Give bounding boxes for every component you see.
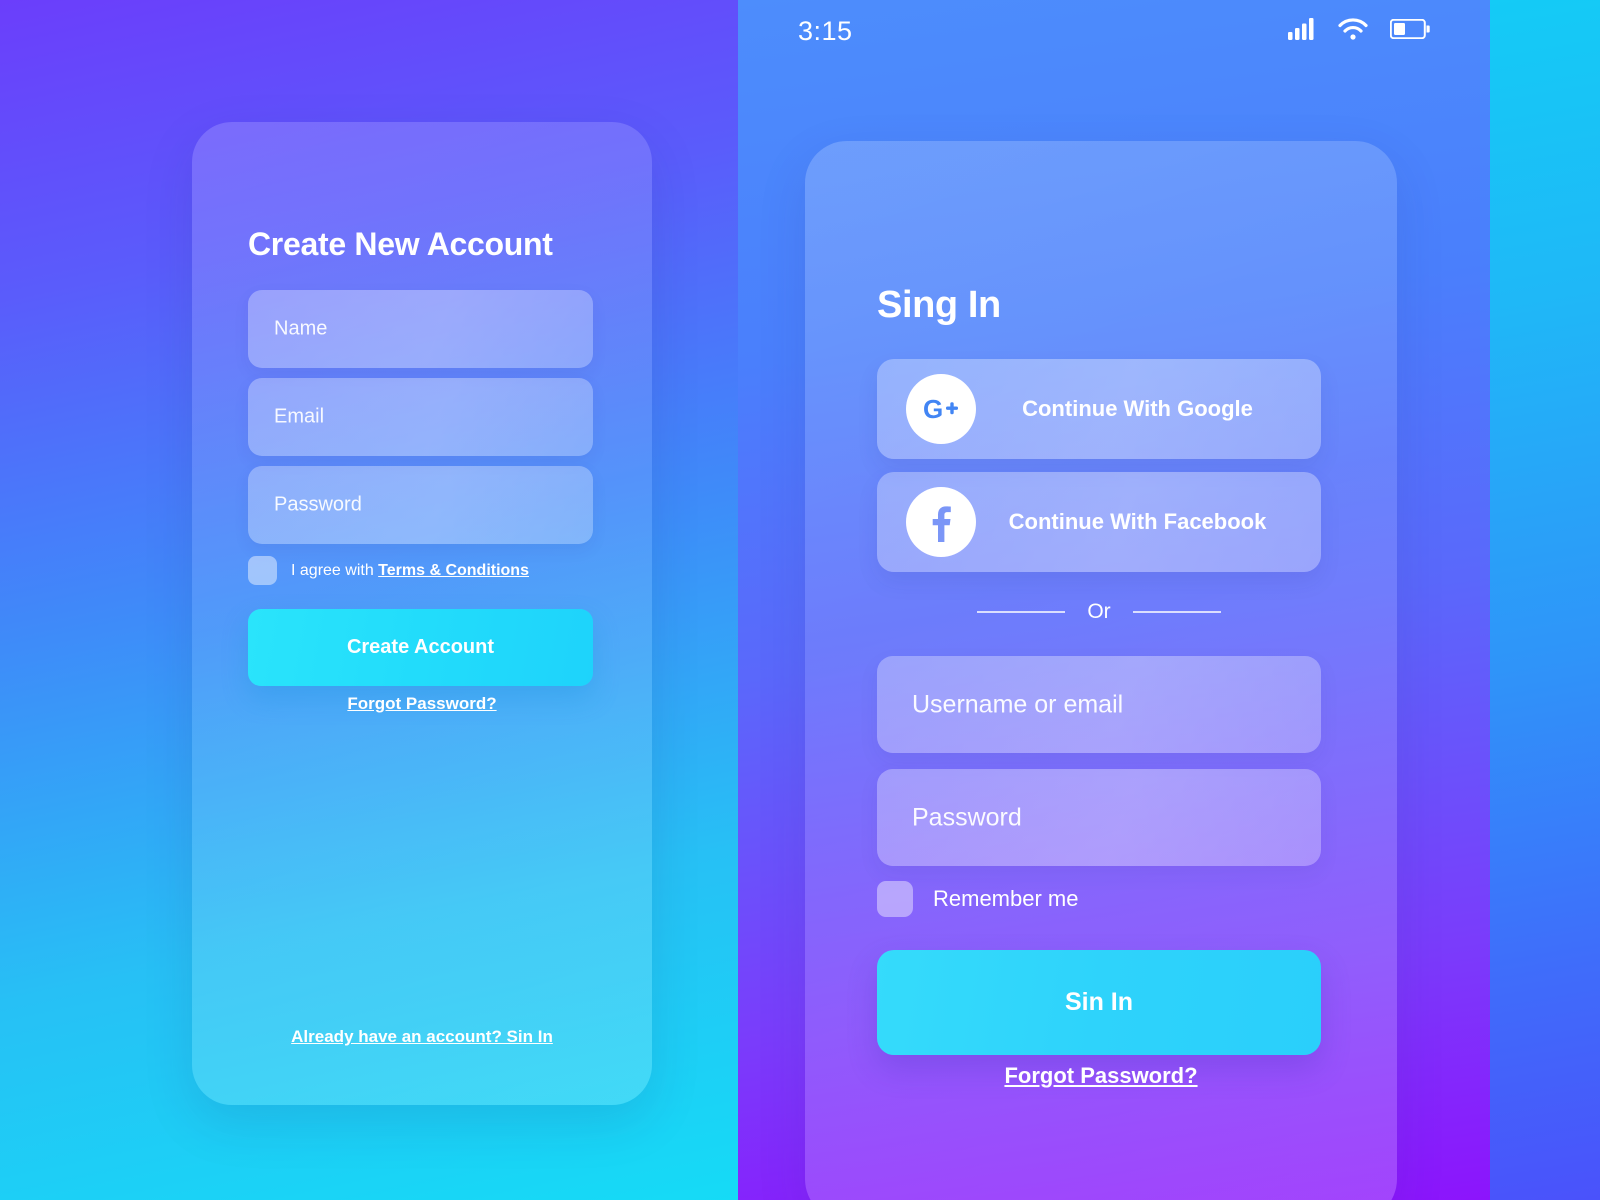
cellular-signal-icon	[1288, 17, 1316, 45]
signup-screen: Create New Account Name Email Password I…	[0, 0, 738, 1200]
battery-icon	[1389, 18, 1430, 44]
status-bar: 3:15	[738, 0, 1490, 62]
create-account-button[interactable]: Create Account	[248, 609, 593, 686]
signin-title: Sing In	[877, 284, 1001, 326]
divider-or: Or	[877, 600, 1321, 623]
email-field[interactable]: Email	[248, 378, 593, 456]
terms-agreement-row: I agree with Terms & Conditions	[248, 556, 529, 585]
divider-line-right	[1132, 611, 1221, 613]
already-have-account-link[interactable]: Already have an account? Sin In	[192, 1027, 652, 1047]
continue-with-facebook-button[interactable]: Continue With Facebook	[877, 472, 1321, 572]
terms-checkbox[interactable]	[248, 556, 277, 585]
remember-me-checkbox[interactable]	[877, 881, 913, 917]
signup-card: Create New Account Name Email Password I…	[192, 122, 652, 1105]
password-field-placeholder: Password	[274, 493, 362, 516]
divider-label: Or	[1087, 600, 1111, 623]
signin-card: Sing In G Continue With Google Continue …	[805, 141, 1397, 1200]
terms-conditions-link[interactable]: Terms & Conditions	[378, 562, 529, 579]
wifi-icon	[1338, 17, 1368, 45]
sign-in-button[interactable]: Sin In	[877, 950, 1321, 1055]
signin-password-field-placeholder: Password	[912, 803, 1022, 831]
adjacent-screen-edge	[1490, 0, 1600, 1200]
divider-line-left	[977, 611, 1066, 613]
status-bar-icons	[1288, 17, 1430, 45]
facebook-icon	[906, 487, 976, 557]
remember-me-label: Remember me	[933, 886, 1079, 911]
remember-me-row: Remember me	[877, 881, 1078, 917]
signin-password-field[interactable]: Password	[877, 769, 1321, 866]
continue-with-google-button[interactable]: G Continue With Google	[877, 359, 1321, 459]
terms-agreement-prefix: I agree with	[291, 561, 379, 579]
svg-text:G: G	[923, 394, 943, 424]
email-field-placeholder: Email	[274, 405, 325, 428]
forgot-password-link-signup[interactable]: Forgot Password?	[192, 694, 652, 714]
google-plus-icon: G	[906, 374, 976, 444]
page-title: Create New Account	[248, 226, 553, 262]
username-field[interactable]: Username or email	[877, 656, 1321, 753]
terms-agreement-label: I agree with Terms & Conditions	[291, 562, 529, 580]
name-field[interactable]: Name	[248, 290, 593, 368]
username-field-placeholder: Username or email	[912, 690, 1124, 718]
continue-with-facebook-label: Continue With Facebook	[1008, 509, 1267, 534]
forgot-password-link-signin[interactable]: Forgot Password?	[805, 1063, 1397, 1089]
password-field[interactable]: Password	[248, 466, 593, 544]
name-field-placeholder: Name	[274, 317, 328, 340]
status-bar-time: 3:15	[798, 15, 853, 46]
continue-with-google-label: Continue With Google	[1022, 396, 1253, 421]
